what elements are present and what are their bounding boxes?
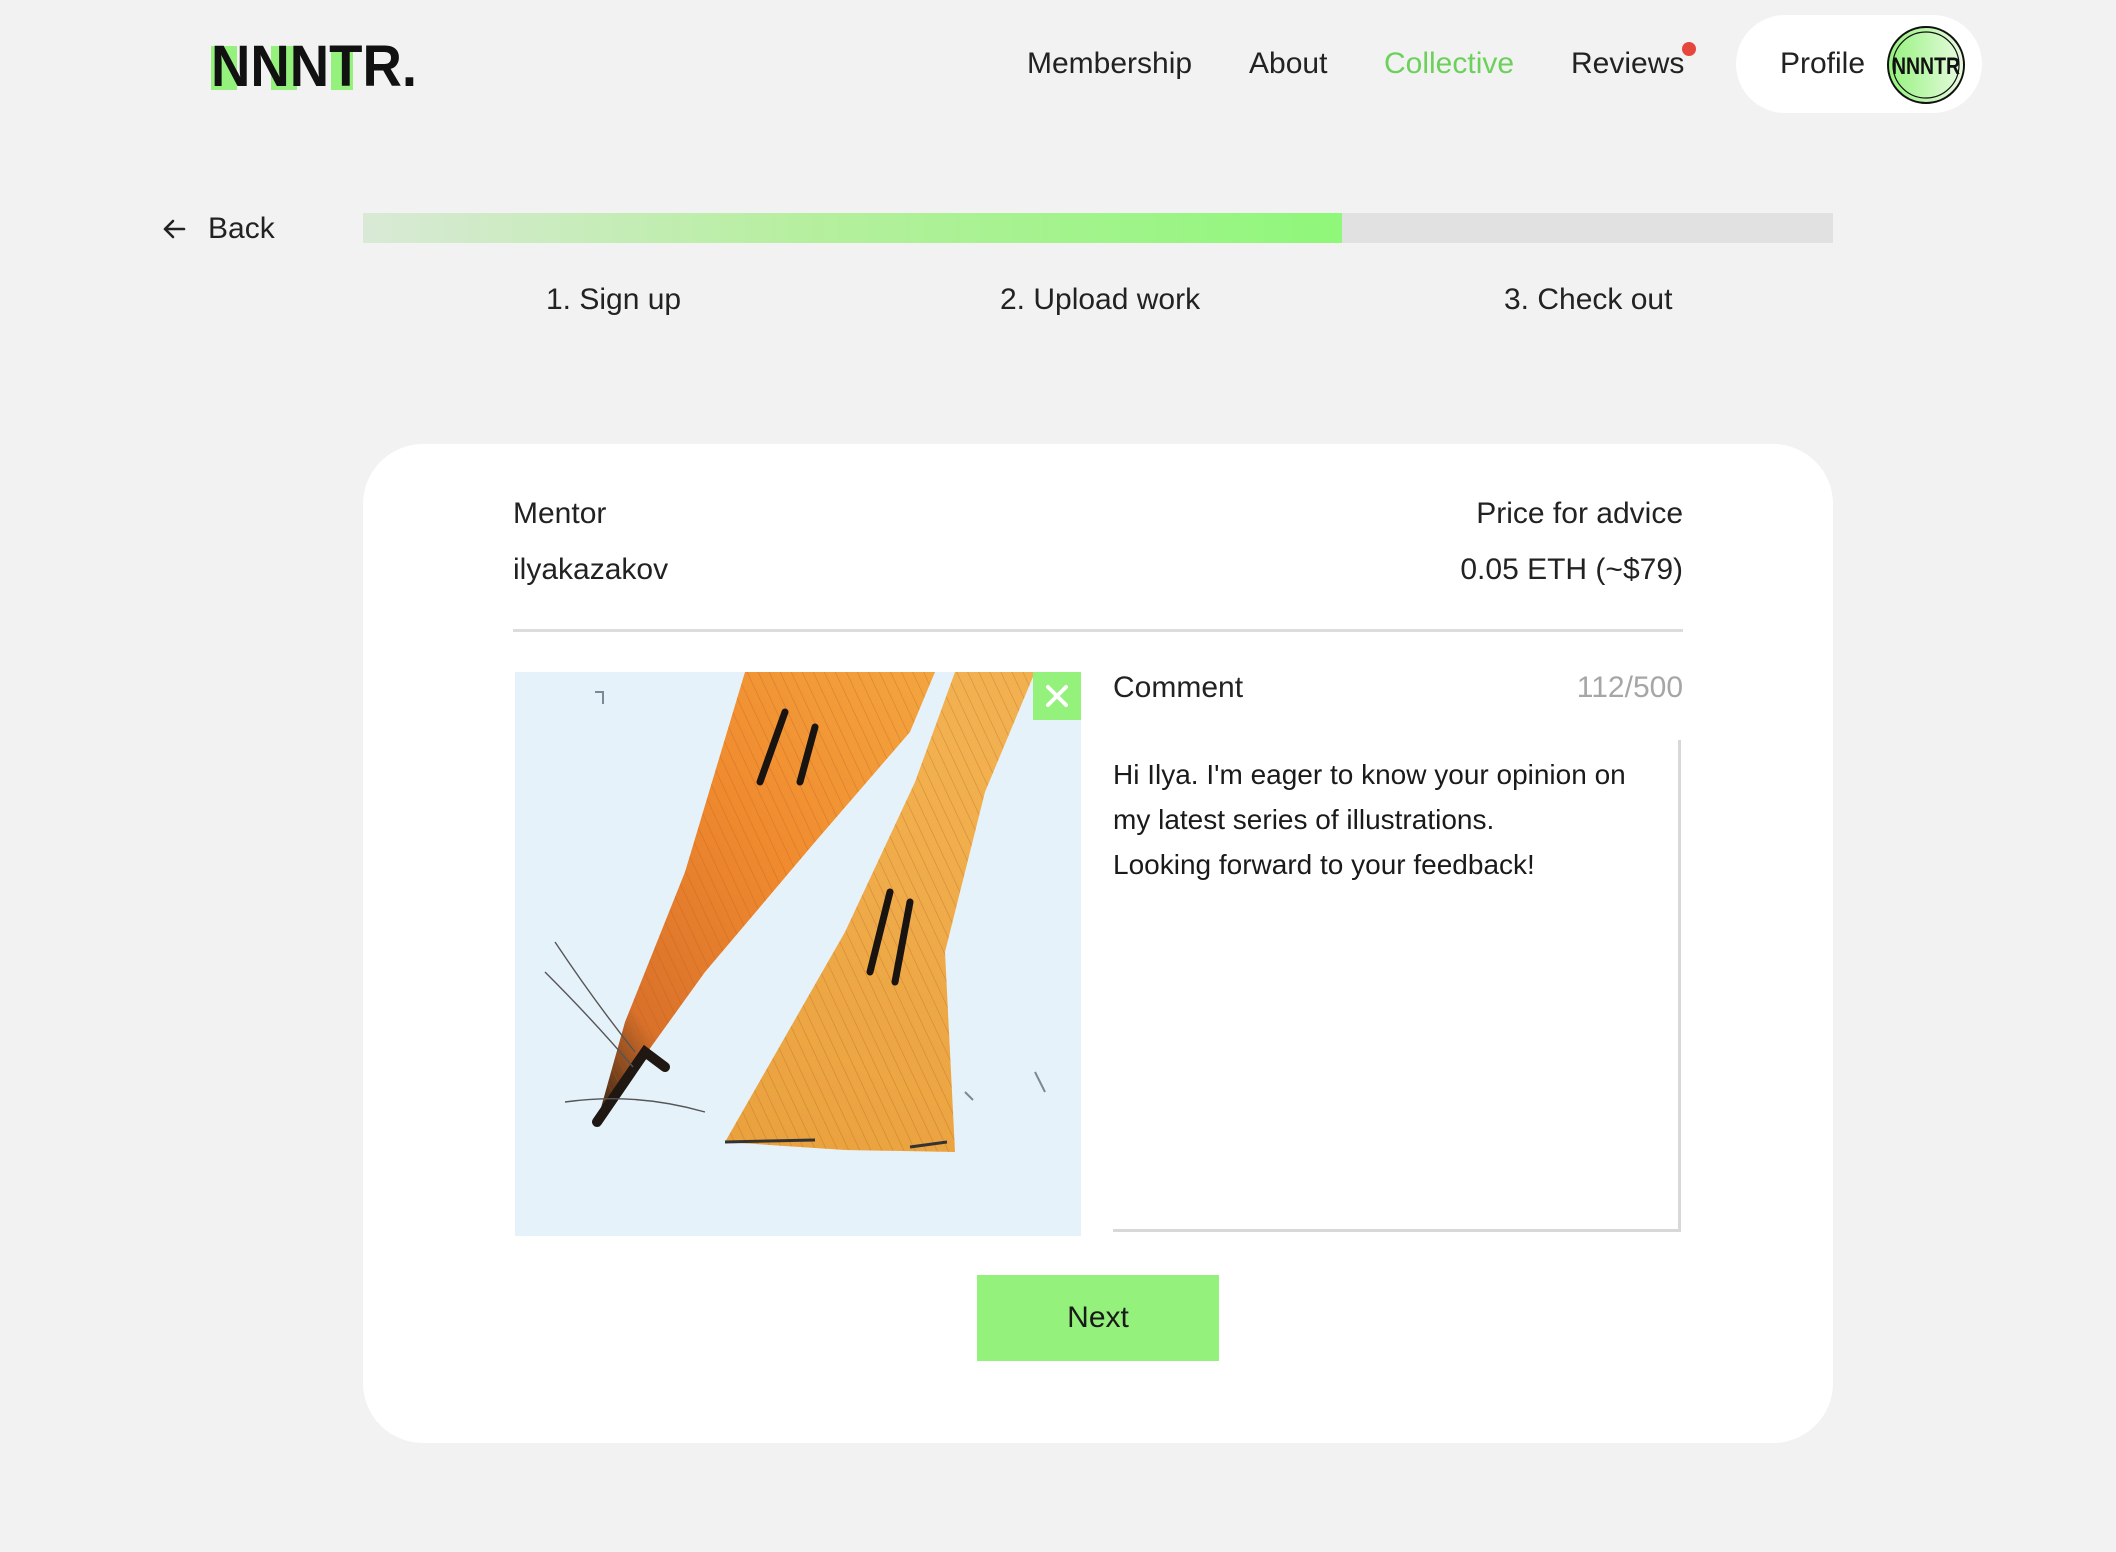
step-sign-up: 1. Sign up <box>546 283 682 316</box>
brand-logo-text: NNNTR. <box>211 38 417 92</box>
step-upload-work: 2. Upload work <box>1000 283 1201 316</box>
brand-logo[interactable]: NNNTR. <box>211 38 417 92</box>
price-label: Price for advice <box>1476 497 1683 530</box>
upload-card: Mentor ilyakazakov Price for advice 0.05… <box>363 444 1833 1443</box>
profile-label: Profile <box>1780 47 1866 80</box>
profile-button[interactable]: Profile NNNTR <box>1736 15 1982 113</box>
avatar: NNNTR <box>1887 26 1965 104</box>
artwork-illustration <box>515 672 1081 1236</box>
step-check-out: 3. Check out <box>1504 283 1673 316</box>
reviews-notification-badge <box>1682 42 1696 56</box>
nav-about[interactable]: About <box>1249 44 1327 84</box>
avatar-text: NNNTR <box>1892 53 1960 80</box>
remove-image-button[interactable] <box>1033 672 1081 720</box>
nav-collective[interactable]: Collective <box>1384 44 1514 84</box>
uploaded-artwork-preview <box>515 672 1081 1236</box>
comment-textarea[interactable]: Hi Ilya. I'm eager to know your opinion … <box>1113 740 1681 1232</box>
nav-membership[interactable]: Membership <box>1027 44 1192 84</box>
comment-character-counter: 112/500 <box>1576 671 1683 704</box>
nav-reviews[interactable]: Reviews <box>1571 44 1684 84</box>
progress-fill <box>363 213 1343 243</box>
price-value: 0.05 ETH (~$79) <box>1460 553 1683 586</box>
comment-label: Comment <box>1113 671 1244 704</box>
divider <box>513 629 1683 632</box>
next-button[interactable]: Next <box>977 1275 1219 1361</box>
back-button[interactable]: Back <box>160 208 275 250</box>
progress-bar <box>363 213 1833 243</box>
back-label: Back <box>208 212 275 245</box>
arrow-left-icon <box>163 219 186 239</box>
mentor-value: ilyakazakov <box>513 553 669 586</box>
close-icon <box>1046 685 1068 707</box>
mentor-label: Mentor <box>513 497 607 530</box>
